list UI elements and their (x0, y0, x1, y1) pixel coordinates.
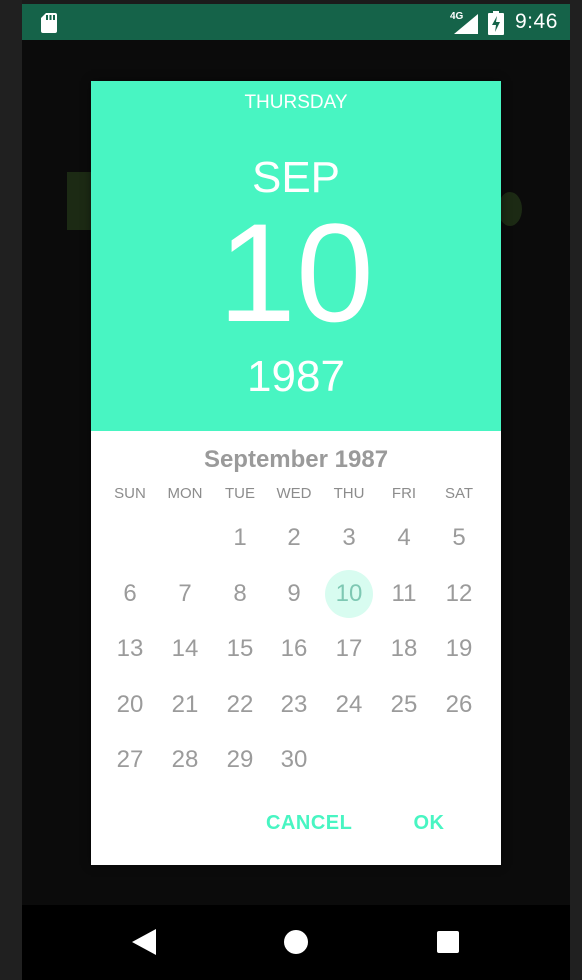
battery-charging-icon (488, 11, 504, 35)
calendar-day[interactable]: 13 (106, 625, 154, 673)
ok-button[interactable]: OK (407, 801, 451, 849)
calendar-day[interactable]: 12 (435, 570, 483, 618)
calendar-day[interactable]: 27 (106, 736, 154, 784)
calendar-day[interactable]: 26 (435, 681, 483, 729)
calendar-day[interactable]: 9 (270, 570, 318, 618)
weekday-label: SUN (114, 485, 146, 502)
calendar-day[interactable]: 19 (435, 625, 483, 673)
weekday-header-row: SUN MON TUE WED THU FRI SAT (102, 485, 492, 505)
home-icon[interactable] (284, 930, 308, 954)
calendar-day[interactable]: 5 (435, 514, 483, 562)
navigation-bar (22, 905, 570, 980)
weekday-label: THU (333, 485, 365, 502)
cancel-button[interactable]: CANCEL (266, 801, 352, 849)
date-picker-dialog: THURSDAY SEP 10 1987 September 1987 SUN M… (91, 81, 501, 865)
calendar-day[interactable]: 18 (380, 625, 428, 673)
back-icon[interactable] (132, 929, 156, 955)
calendar-day[interactable]: 15 (216, 625, 264, 673)
header-day[interactable]: 10 (91, 203, 501, 343)
calendar-day[interactable]: 8 (216, 570, 264, 618)
calendar-day[interactable]: 30 (270, 736, 318, 784)
calendar-day[interactable]: 20 (106, 681, 154, 729)
device-frame-right (570, 0, 582, 980)
calendar-day[interactable]: 3 (325, 514, 373, 562)
calendar-day[interactable]: 25 (380, 681, 428, 729)
calendar-day[interactable]: 17 (325, 625, 373, 673)
calendar-day[interactable]: 7 (161, 570, 209, 618)
signal-icon (454, 14, 478, 34)
header-day-of-week: THURSDAY (244, 92, 348, 113)
calendar-day[interactable]: 22 (216, 681, 264, 729)
header-year[interactable]: 1987 (91, 352, 501, 402)
calendar-day[interactable]: 21 (161, 681, 209, 729)
dialog-actions: CANCEL OK (91, 801, 501, 849)
calendar-month-title: September 1987 (203, 446, 389, 473)
calendar-day[interactable]: 24 (325, 681, 373, 729)
recents-icon[interactable] (437, 931, 459, 953)
calendar-day-selected[interactable]: 10 (325, 569, 373, 618)
device-frame-left (0, 0, 22, 980)
calendar-day[interactable]: 11 (380, 570, 428, 618)
status-clock: 9:46 (515, 10, 558, 33)
calendar-day[interactable]: 1 (216, 514, 264, 562)
weekday-label: SAT (444, 485, 474, 502)
calendar-day[interactable]: 23 (270, 681, 318, 729)
calendar-day[interactable]: 28 (161, 736, 209, 784)
calendar-day[interactable]: 16 (270, 625, 318, 673)
weekday-label: TUE (225, 485, 255, 502)
weekday-label: WED (276, 485, 312, 502)
calendar-day[interactable]: 14 (161, 625, 209, 673)
weekday-label: FRI (391, 485, 417, 502)
weekday-label: MON (167, 485, 203, 502)
background-app-content (67, 172, 91, 230)
date-picker-header: THURSDAY SEP 10 1987 (91, 81, 501, 431)
sd-card-icon (41, 13, 57, 33)
calendar-day[interactable]: 6 (106, 570, 154, 618)
calendar-day[interactable]: 2 (270, 514, 318, 562)
background-app-content (498, 192, 522, 226)
calendar-day[interactable]: 29 (216, 736, 264, 784)
status-bar: 4G 9:46 (22, 4, 570, 40)
calendar-day[interactable]: 4 (380, 514, 428, 562)
calendar-day-grid: 1 2 3 4 5 6 7 8 9 10 11 12 13 14 15 16 17 18 19 20 21 22 23 24 2… (91, 511, 501, 791)
